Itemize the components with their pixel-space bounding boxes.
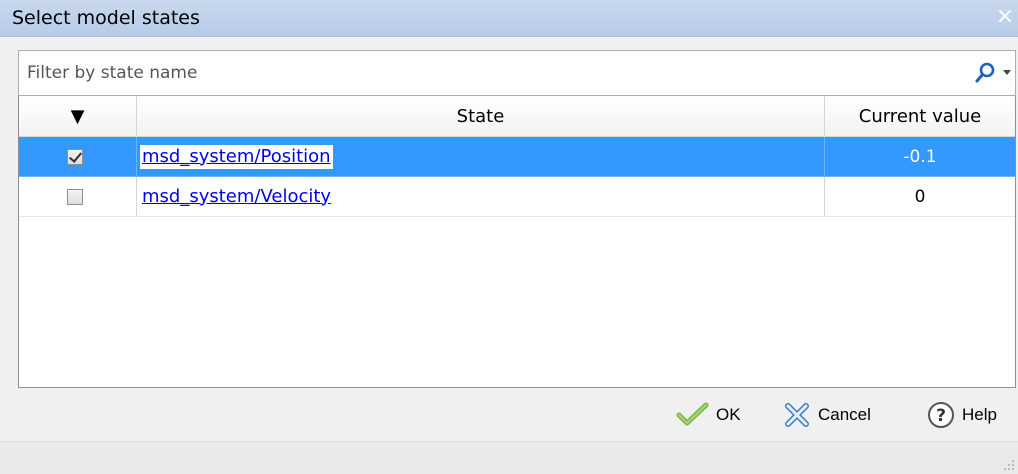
state-link[interactable]: msd_system/Position	[140, 144, 333, 169]
state-column-header[interactable]: State	[137, 96, 825, 136]
close-button[interactable]: ×	[994, 6, 1016, 28]
resize-grip-icon[interactable]	[1001, 457, 1015, 471]
svg-text:?: ?	[936, 406, 946, 426]
current-value-cell[interactable]: 0	[825, 177, 1015, 217]
cancel-label: Cancel	[818, 405, 871, 424]
dialog-title: Select model states	[12, 7, 200, 29]
row-checkbox[interactable]	[67, 148, 83, 165]
table-row[interactable]: msd_system/Position -0.1	[19, 137, 1015, 177]
help-label: Help	[962, 405, 997, 424]
select-model-states-dialog: Select model states × ▼ State Current va…	[0, 0, 1018, 474]
row-checkbox-cell	[19, 137, 137, 177]
checkmark-icon	[676, 402, 709, 426]
current-value-cell[interactable]: -0.1	[825, 137, 1015, 177]
filter-input[interactable]	[19, 51, 949, 95]
title-bar: Select model states ×	[0, 0, 1018, 37]
ok-label: OK	[716, 405, 741, 424]
cancel-button[interactable]: Cancel	[782, 398, 871, 432]
help-icon: ?	[928, 402, 954, 428]
current-value-column-header[interactable]: Current value	[825, 96, 1015, 136]
state-name-cell: msd_system/Position	[137, 137, 825, 177]
ok-button[interactable]: OK	[676, 398, 741, 432]
row-checkbox[interactable]	[67, 188, 83, 205]
states-table: ▼ State Current value msd_system/Positio…	[18, 96, 1016, 388]
chevron-down-icon[interactable]	[1002, 69, 1012, 77]
table-row[interactable]: msd_system/Velocity 0	[19, 177, 1015, 217]
state-link[interactable]: msd_system/Velocity	[140, 184, 334, 209]
row-checkbox-cell	[19, 177, 137, 217]
search-icon[interactable]	[974, 62, 996, 84]
status-bar	[0, 441, 1018, 474]
state-name-cell: msd_system/Velocity	[137, 177, 825, 217]
table-header: ▼ State Current value	[19, 96, 1015, 137]
filter-box	[18, 50, 1016, 96]
cancel-x-icon	[785, 403, 809, 427]
help-button[interactable]: ? Help	[926, 398, 997, 432]
select-all-column-header[interactable]: ▼	[19, 96, 137, 136]
